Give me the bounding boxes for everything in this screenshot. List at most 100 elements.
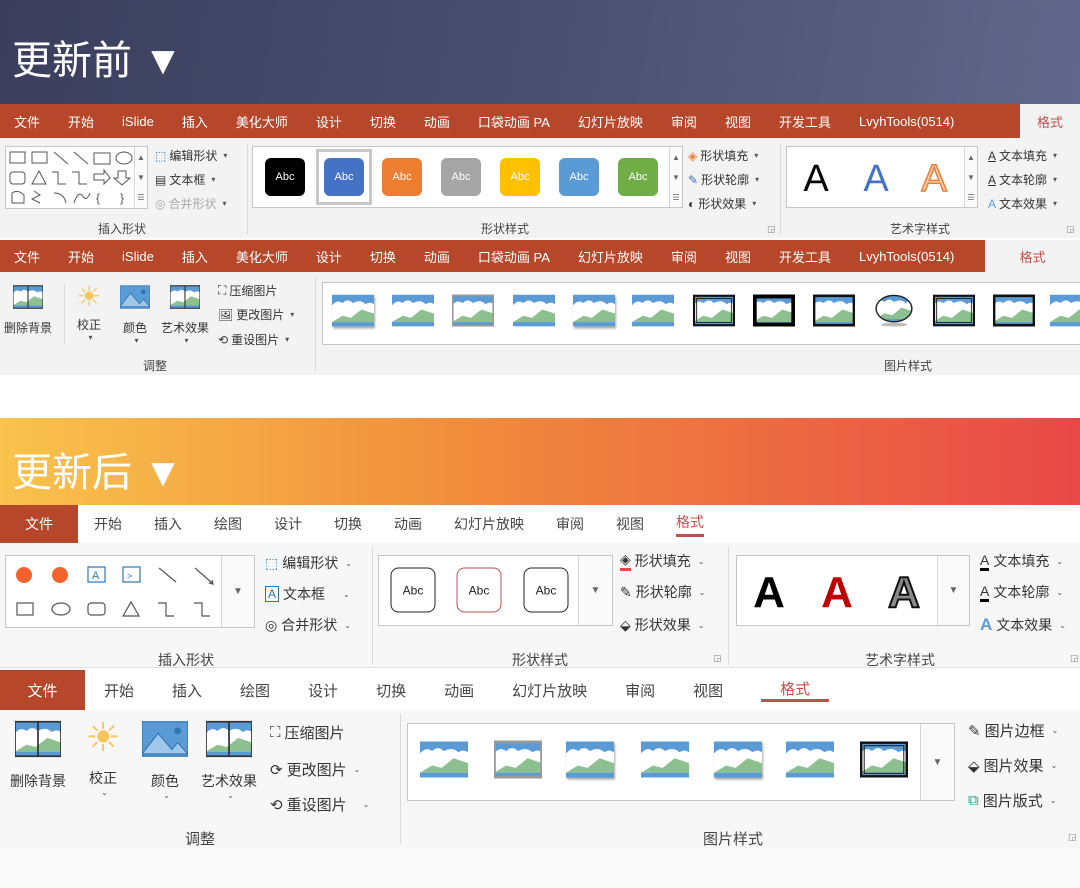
picture-style-thumbnail[interactable] bbox=[450, 293, 496, 332]
shape-style-dark[interactable]: Abc bbox=[523, 567, 569, 613]
wordart-style-orange[interactable]: A bbox=[921, 159, 948, 199]
wordart-style-blue[interactable]: A bbox=[863, 160, 888, 198]
color-button[interactable]: 颜色 ▾ bbox=[119, 282, 151, 345]
tab-12[interactable]: 开发工具 bbox=[765, 112, 845, 131]
picture-style-thumbnail[interactable] bbox=[786, 741, 834, 784]
picture-style-thumbnail[interactable] bbox=[573, 294, 615, 332]
wordart-style-black[interactable]: A bbox=[803, 160, 828, 198]
tab-7[interactable]: 动画 bbox=[410, 112, 464, 131]
picture-style-thumbnail[interactable] bbox=[492, 739, 544, 784]
tab-7[interactable]: 审阅 bbox=[540, 514, 600, 534]
picture-style-thumbnail[interactable] bbox=[873, 294, 915, 332]
picture-style-thumbnail[interactable] bbox=[714, 741, 762, 784]
change-picture-button[interactable]: ⟳ 更改图片 ⌄ bbox=[270, 759, 360, 780]
tab-4[interactable]: 切换 bbox=[318, 514, 378, 534]
edit-shape-button[interactable]: ⬚ 编辑形状 ⌄ bbox=[265, 553, 352, 573]
tab-11[interactable]: 视图 bbox=[711, 247, 765, 266]
text-effects-button[interactable]: A 文本效果 ⌄ bbox=[980, 615, 1066, 635]
picture-style-thumbnail[interactable] bbox=[992, 294, 1036, 332]
dialog-launcher-icon[interactable]: ◲ bbox=[1066, 224, 1075, 235]
edit-shape-button[interactable]: ⬚ 编辑形状 ▾ bbox=[155, 147, 227, 164]
tab-1[interactable]: 开始 bbox=[54, 247, 108, 266]
merge-shapes-button[interactable]: ◎ 合并形状 ⌄ bbox=[265, 615, 351, 635]
picture-border-button[interactable]: ✎ 图片边框 ⌄ bbox=[968, 720, 1058, 741]
change-picture-button[interactable]: 🖼 更改图片 ▾ bbox=[218, 306, 294, 323]
tab-1[interactable]: 开始 bbox=[54, 112, 108, 131]
text-box-button[interactable]: ▤ 文本框 ▾ bbox=[155, 171, 215, 188]
tab-0[interactable]: 文件 bbox=[0, 247, 54, 266]
remove-background-button[interactable]: 删除背景 bbox=[10, 720, 66, 791]
picture-style-thumbnail[interactable] bbox=[860, 741, 908, 784]
shape-style-swatch[interactable]: Abc bbox=[500, 158, 540, 196]
gallery-dropdown-button[interactable]: ▼ bbox=[937, 556, 969, 625]
picture-style-thumbnail[interactable] bbox=[632, 294, 674, 332]
reset-picture-button[interactable]: ⟲ 重设图片 ⌄ bbox=[270, 794, 369, 815]
picture-style-thumbnail[interactable] bbox=[566, 741, 614, 784]
picture-style-gallery[interactable] bbox=[322, 282, 1080, 345]
tab-2[interactable]: 绘图 bbox=[198, 514, 258, 534]
tab-3[interactable]: 设计 bbox=[289, 680, 357, 701]
tab-6[interactable]: 切换 bbox=[356, 112, 410, 131]
merge-shapes-button[interactable]: ◎ 合并形状 ▾ bbox=[155, 195, 227, 212]
tab-1[interactable]: 插入 bbox=[153, 680, 221, 701]
gallery-dropdown-button[interactable]: ▼ bbox=[221, 556, 254, 627]
tab-3[interactable]: 插入 bbox=[168, 247, 222, 266]
tab-5[interactable]: 设计 bbox=[302, 112, 356, 131]
tab-2[interactable]: 绘图 bbox=[221, 680, 289, 701]
shape-fill-button[interactable]: ◈ 形状填充 ⌄ bbox=[620, 551, 704, 571]
text-effects-button[interactable]: A 文本效果 ▾ bbox=[988, 195, 1057, 212]
text-box-button[interactable]: A 文本框 ⌄ bbox=[265, 584, 350, 604]
tab-8[interactable]: 视图 bbox=[600, 514, 660, 534]
tab-0[interactable]: 开始 bbox=[78, 514, 138, 534]
gallery-scrollbar[interactable]: ▲ ▼ ☰ bbox=[669, 147, 682, 207]
tab-5[interactable]: 动画 bbox=[425, 680, 493, 701]
text-fill-button[interactable]: A 文本填充 ⌄ bbox=[980, 551, 1063, 571]
tab-7[interactable]: 审阅 bbox=[606, 680, 674, 701]
tab-7[interactable]: 动画 bbox=[410, 247, 464, 266]
gallery-scrollbar[interactable]: ▲ ▼ ☰ bbox=[964, 147, 977, 207]
picture-style-thumbnail[interactable] bbox=[933, 294, 975, 332]
shape-style-swatch[interactable]: Abc bbox=[265, 158, 305, 196]
gallery-dropdown-button[interactable]: ▼ bbox=[920, 724, 954, 800]
shape-gallery[interactable]: {} ▲ ▼ ☰ bbox=[5, 146, 148, 209]
tab-13[interactable]: LvyhTools(0514) bbox=[845, 114, 968, 129]
tab-1[interactable]: 插入 bbox=[138, 514, 198, 534]
tab-11[interactable]: 视图 bbox=[711, 112, 765, 131]
tab-8[interactable]: 视图 bbox=[674, 680, 742, 701]
dialog-launcher-icon[interactable]: ◲ bbox=[1070, 653, 1079, 664]
shape-gallery[interactable]: A > ▼ bbox=[5, 555, 255, 628]
remove-background-button[interactable]: 删除背景 bbox=[4, 282, 52, 336]
color-button[interactable]: 颜色 ⌄ bbox=[140, 720, 190, 800]
picture-effects-button[interactable]: ⬙ 图片效果 ⌄ bbox=[968, 755, 1057, 776]
tab-2[interactable]: iSlide bbox=[108, 249, 168, 264]
tab-format[interactable]: 格式 bbox=[761, 678, 830, 702]
tab-6[interactable]: 切换 bbox=[356, 247, 410, 266]
shape-outline-button[interactable]: ✎ 形状轮廓 ▾ bbox=[688, 171, 759, 188]
tab-5[interactable]: 动画 bbox=[378, 514, 438, 534]
shape-effects-button[interactable]: ⬙ 形状效果 ⌄ bbox=[620, 615, 704, 635]
picture-style-thumbnail[interactable] bbox=[392, 294, 434, 332]
picture-layout-button[interactable]: ⧉ 图片版式 ⌄ bbox=[968, 790, 1056, 811]
gallery-dropdown-button[interactable]: ▼ bbox=[578, 556, 612, 625]
dialog-launcher-icon[interactable]: ◲ bbox=[713, 653, 722, 664]
shape-style-swatch[interactable]: Abc bbox=[441, 158, 481, 196]
shape-outline-button[interactable]: ✎ 形状轮廓 ⌄ bbox=[620, 582, 705, 602]
shape-style-red[interactable]: Abc bbox=[456, 567, 502, 613]
tab-3[interactable]: 设计 bbox=[258, 514, 318, 534]
shape-style-swatch[interactable]: Abc bbox=[324, 158, 364, 196]
tab-6[interactable]: 幻灯片放映 bbox=[493, 680, 606, 701]
picture-style-thumbnail[interactable] bbox=[641, 741, 689, 784]
tab-10[interactable]: 审阅 bbox=[657, 112, 711, 131]
shape-fill-button[interactable]: ◈ 形状填充 ▾ bbox=[688, 147, 758, 164]
tab-format[interactable]: 格式 bbox=[676, 512, 704, 537]
tab-4[interactable]: 切换 bbox=[357, 680, 425, 701]
picture-style-thumbnail[interactable] bbox=[420, 741, 468, 784]
shape-effects-button[interactable]: ◐ 形状效果 ▾ bbox=[688, 195, 756, 212]
tab-2[interactable]: iSlide bbox=[108, 114, 168, 129]
tab-4[interactable]: 美化大师 bbox=[222, 112, 302, 131]
tab-10[interactable]: 审阅 bbox=[657, 247, 711, 266]
reset-picture-button[interactable]: ⟲ 重设图片 ▾ bbox=[218, 331, 289, 348]
tab-4[interactable]: 美化大师 bbox=[222, 247, 302, 266]
picture-style-thumbnail[interactable] bbox=[332, 294, 374, 332]
wordart-style-black[interactable]: A bbox=[753, 571, 785, 615]
